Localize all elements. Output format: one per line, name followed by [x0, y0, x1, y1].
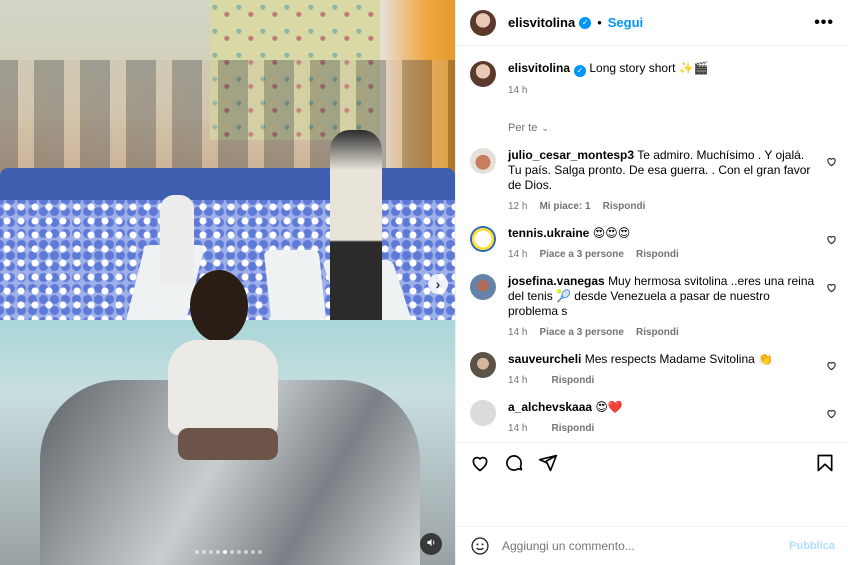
more-options-icon[interactable]: ••• [814, 14, 834, 32]
heart-icon[interactable] [826, 156, 837, 167]
carousel-dot [195, 550, 199, 554]
avatar[interactable] [470, 148, 496, 174]
heart-icon[interactable] [826, 282, 837, 293]
post-side-panel: elisvitolina ✓ • Segui ••• elisvitolina ✓… [455, 0, 848, 565]
comment-input[interactable] [502, 539, 790, 553]
adult-figure [330, 130, 382, 330]
comment-text: 😍😍😍 [592, 226, 631, 240]
carousel-dot [202, 550, 206, 554]
heart-icon[interactable] [826, 408, 837, 419]
reply-button[interactable]: Rispondi [636, 249, 679, 260]
comment-text: Mes respects Madame Svitolina 👏 [584, 352, 774, 366]
avatar[interactable] [470, 9, 496, 36]
reply-button[interactable]: Rispondi [636, 327, 679, 338]
post-media[interactable]: › [0, 0, 455, 565]
comment-time: 12 h [508, 201, 528, 212]
carousel-dot [209, 550, 213, 554]
comment-time: 14 h [508, 249, 528, 260]
comment-likes[interactable]: Piace a 3 persone [539, 327, 624, 338]
carousel-dot [258, 550, 262, 554]
comment-username[interactable]: julio_cesar_montesp3 [508, 148, 634, 162]
comment-username[interactable]: josefina.vanegas [508, 274, 605, 288]
avatar[interactable] [470, 274, 496, 300]
comment-row: tennis.ukraine 😍😍😍 14 h Piace a 3 persone R… [470, 226, 837, 260]
comment-time: 14 h [508, 375, 528, 386]
post-header: elisvitolina ✓ • Segui ••• [456, 0, 848, 46]
avatar[interactable] [470, 352, 496, 378]
reply-button[interactable]: Rispondi [551, 375, 594, 386]
heart-icon[interactable] [826, 360, 837, 371]
author-username[interactable]: elisvitolina [508, 15, 575, 30]
avatar[interactable] [470, 61, 496, 87]
reply-button[interactable]: Rispondi [603, 201, 646, 212]
chevron-right-icon[interactable]: › [428, 274, 448, 294]
caption-username[interactable]: elisvitolina [508, 61, 570, 75]
comments-list[interactable]: elisvitolina ✓ Long story short ✨🎬 14 h P… [456, 47, 848, 442]
carousel-dot [223, 550, 227, 554]
comment-time: 14 h [508, 423, 528, 434]
post-caption: elisvitolina ✓ Long story short ✨🎬 14 h [470, 47, 835, 96]
caption-text: Long story short ✨🎬 [589, 61, 709, 75]
carousel-dot [230, 550, 234, 554]
sort-label: Per te [508, 122, 538, 134]
bookmark-icon[interactable] [815, 453, 835, 473]
carousel-dot [244, 550, 248, 554]
follow-button[interactable]: Segui [608, 15, 643, 30]
comment-row: julio_cesar_montesp3 Te admiro. Muchísim… [470, 148, 837, 212]
carousel-dot [251, 550, 255, 554]
heart-icon[interactable] [826, 234, 837, 245]
add-comment-bar: Pubblica [456, 526, 848, 565]
comment-likes[interactable]: Mi piace: 1 [539, 201, 590, 212]
publish-button[interactable]: Pubblica [789, 540, 835, 552]
send-icon[interactable] [538, 453, 558, 473]
caption-time: 14 h [508, 85, 528, 96]
comment-likes[interactable]: Piace a 3 persone [539, 249, 624, 260]
carousel-dot [237, 550, 241, 554]
carousel-indicator [195, 550, 262, 554]
comment-icon[interactable] [504, 453, 524, 473]
verified-badge-icon: ✓ [574, 65, 587, 77]
avatar[interactable] [470, 226, 496, 252]
carousel-dot [216, 550, 220, 554]
child-on-slide [168, 270, 288, 460]
comment-row: josefina.vanegas Muy hermosa svitolina .… [470, 274, 837, 338]
reply-button[interactable]: Rispondi [551, 423, 594, 434]
chevron-down-icon: ⌄ [541, 123, 549, 133]
action-bar [456, 442, 848, 526]
comment-username[interactable]: a_alchevskaaa [508, 400, 592, 414]
speaker-icon[interactable] [420, 533, 442, 555]
comment-text: 😍❤️ [595, 400, 623, 414]
emoji-icon[interactable] [470, 536, 490, 556]
avatar[interactable] [470, 400, 496, 426]
comment-sort-dropdown[interactable]: Per te ⌄ [508, 122, 835, 134]
comment-row: a_alchevskaaa 😍❤️ 14 h Rispondi [470, 400, 837, 434]
separator-dot: • [597, 15, 602, 30]
comment-time: 14 h [508, 327, 528, 338]
comment-row: sauveurcheli Mes respects Madame Svitoli… [470, 352, 837, 386]
heart-icon[interactable] [470, 453, 490, 473]
verified-badge-icon: ✓ [579, 16, 592, 29]
comment-username[interactable]: sauveurcheli [508, 352, 581, 366]
comment-username[interactable]: tennis.ukraine [508, 226, 589, 240]
